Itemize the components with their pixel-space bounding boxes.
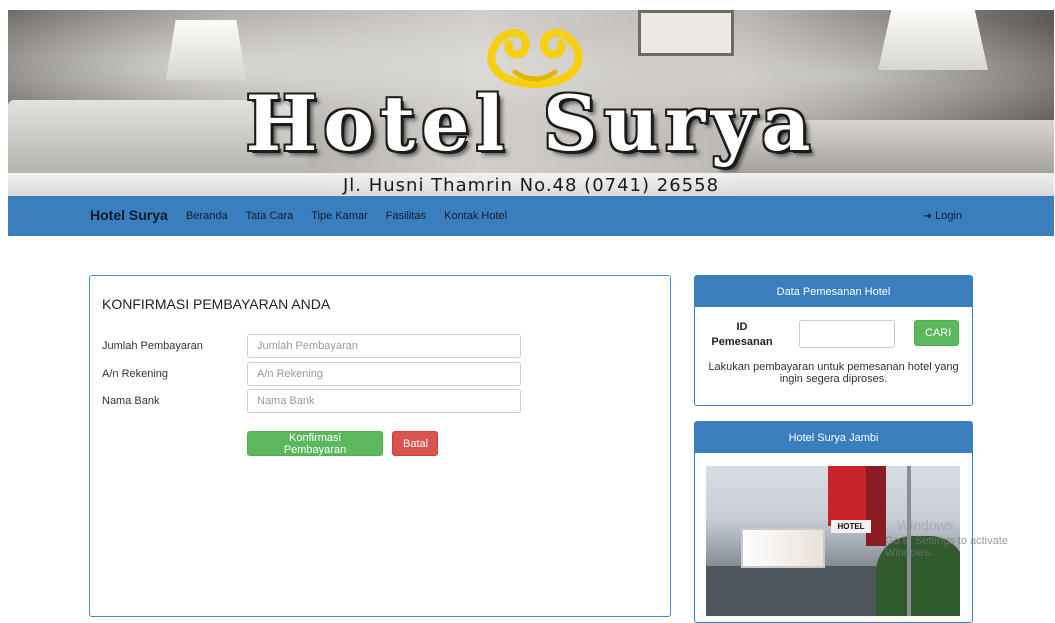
photo-hotel-sign: HOTEL bbox=[831, 520, 871, 533]
konfirmasi-button[interactable]: Konfirmasi Pembayaran bbox=[247, 431, 383, 456]
activate-windows-watermark: Go to Settings to activate Windows. bbox=[885, 535, 1008, 559]
photo-billboard bbox=[741, 528, 825, 568]
cari-button[interactable]: CARI bbox=[914, 320, 959, 346]
top-navbar: Hotel Surya Beranda Tata Cara Tipe Kamar… bbox=[8, 196, 1054, 236]
banner-address: Jl. Husni Thamrin No.48 (0741) 26558 bbox=[342, 175, 720, 196]
batal-button[interactable]: Batal bbox=[392, 431, 438, 456]
banner-title: Hotel Surya bbox=[245, 79, 817, 168]
jumlah-pembayaran-label: Jumlah Pembayaran bbox=[102, 340, 203, 352]
wall-frame bbox=[638, 10, 734, 56]
login-link[interactable]: ➜ Login bbox=[924, 210, 962, 222]
activate-windows-title: Windows bbox=[897, 517, 954, 533]
rekening-input[interactable] bbox=[247, 362, 521, 386]
panel-title: KONFIRMASI PEMBAYARAN ANDA bbox=[102, 296, 331, 312]
nama-bank-label: Nama Bank bbox=[102, 395, 160, 407]
booking-panel-header: Data Pemesanan Hotel bbox=[695, 276, 972, 307]
nav-item-fasilitas[interactable]: Fasilitas bbox=[386, 210, 426, 222]
nav-item-beranda[interactable]: Beranda bbox=[186, 210, 228, 222]
payment-confirmation-panel: KONFIRMASI PEMBAYARAN ANDA Jumlah Pembay… bbox=[89, 275, 671, 617]
nav-item-tipe-kamar[interactable]: Tipe Kamar bbox=[311, 210, 367, 222]
hotel-photo-header: Hotel Surya Jambi bbox=[695, 422, 972, 453]
form-row-jumlah: Jumlah Pembayaran bbox=[102, 334, 521, 358]
nama-bank-input[interactable] bbox=[247, 389, 521, 413]
id-pemesanan-input[interactable] bbox=[799, 320, 895, 348]
photo-red-sign bbox=[828, 466, 868, 526]
login-label: Login bbox=[935, 210, 962, 222]
form-row-bank: Nama Bank bbox=[102, 389, 521, 413]
id-pemesanan-label: ID Pemesanan bbox=[711, 321, 773, 348]
navbar-brand[interactable]: Hotel Surya bbox=[90, 207, 168, 223]
photo-red-sign-2 bbox=[866, 466, 886, 546]
nav-menu: Beranda Tata Cara Tipe Kamar Fasilitas K… bbox=[186, 210, 525, 222]
login-icon: ➜ bbox=[923, 210, 933, 222]
nav-item-tata-cara[interactable]: Tata Cara bbox=[246, 210, 294, 222]
hotel-banner: Hotel Surya Jl. Husni Thamrin No.48 (074… bbox=[8, 10, 1054, 196]
lamp-left bbox=[166, 20, 246, 80]
booking-search-panel: Data Pemesanan Hotel ID Pemesanan CARI L… bbox=[694, 275, 973, 406]
form-row-rekening: A/n Rekening bbox=[102, 362, 521, 386]
lamp-right bbox=[878, 10, 988, 70]
rekening-label: A/n Rekening bbox=[102, 368, 169, 380]
nav-item-kontak-hotel[interactable]: Kontak Hotel bbox=[444, 210, 507, 222]
booking-info-text: Lakukan pembayaran untuk pemesanan hotel… bbox=[708, 361, 959, 385]
jumlah-pembayaran-input[interactable] bbox=[247, 334, 521, 358]
